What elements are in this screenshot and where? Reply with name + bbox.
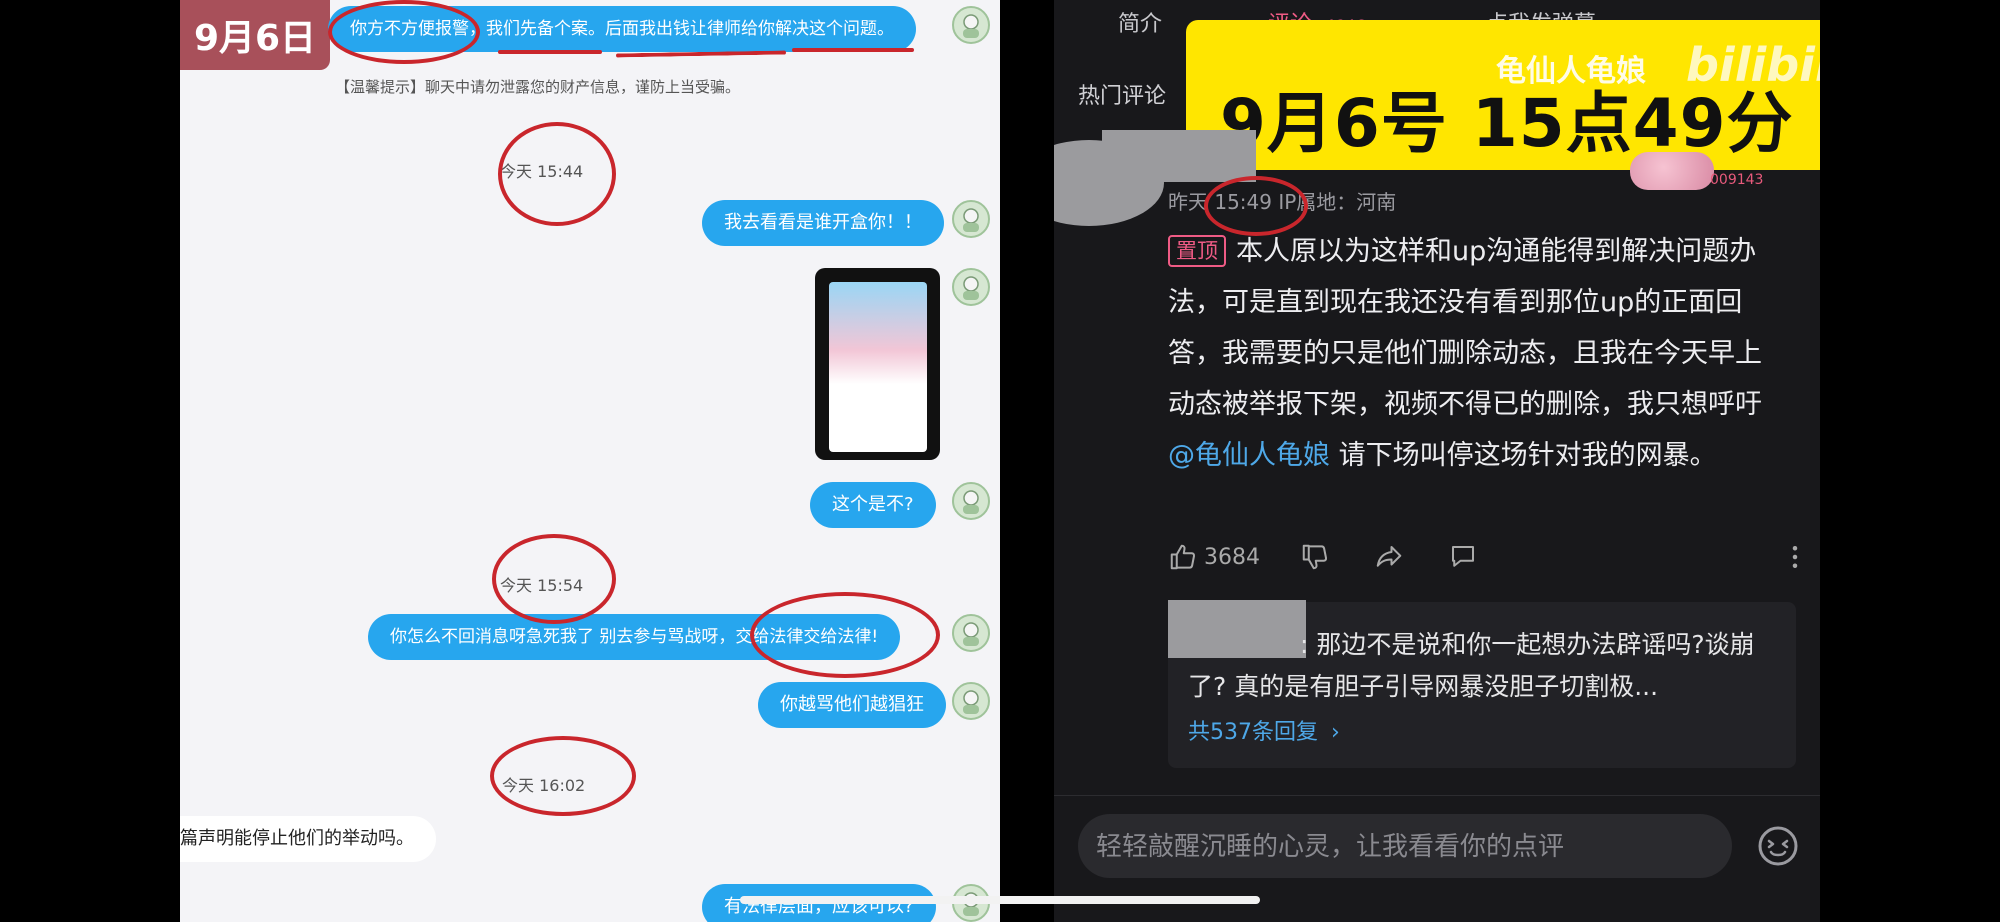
timestamp: 今天 15:44 bbox=[500, 162, 584, 181]
chat-bubble[interactable]: 你怎么不回消息呀急死我了 别去参与骂战呀，交给法律交给法律! bbox=[368, 614, 901, 660]
reply-text: : 那边不是说和你一起想办法辟谣吗?谈崩了? 真的是有胆子引导网暴没胆子切割极.… bbox=[1188, 624, 1778, 708]
more-vertical-icon bbox=[1792, 546, 1798, 568]
date-time-banner: 龟仙人龟娘 bilibili 9月6号 15点49分 bbox=[1186, 20, 1820, 170]
emoji-button[interactable] bbox=[1754, 822, 1802, 870]
reply-count-label: 共537条回复 bbox=[1188, 720, 1318, 745]
chat-bubble[interactable]: 这个是不? bbox=[810, 482, 936, 528]
comment-bubble-icon bbox=[1452, 546, 1474, 567]
home-indicator bbox=[740, 896, 1260, 904]
pinned-badge: 置顶 bbox=[1168, 235, 1226, 267]
share-icon bbox=[1376, 546, 1402, 567]
banner-text: 9月6号 15点49分 bbox=[1220, 85, 1794, 162]
comment-panel: 简介 评论 4846 点我发弹幕 热门评论 龟仙人龟娘 bilibili 9月6… bbox=[1054, 0, 1820, 922]
date-badge: 9月6日 bbox=[180, 0, 330, 70]
avatar[interactable] bbox=[952, 614, 990, 652]
avatar[interactable] bbox=[952, 682, 990, 720]
fan-badge-number: 009143 bbox=[1710, 172, 1764, 188]
warning-tip: 【温馨提示】聊天中请勿泄露您的财产信息，谨防上当受骗。 bbox=[335, 78, 741, 96]
dislike-button[interactable] bbox=[1300, 542, 1330, 572]
timestamp: 今天 15:54 bbox=[500, 576, 584, 595]
more-button[interactable] bbox=[1780, 542, 1810, 572]
thumb-up-icon bbox=[1170, 544, 1196, 570]
tab-intro[interactable]: 简介 bbox=[1118, 6, 1162, 38]
thumb-down-icon bbox=[1302, 544, 1328, 570]
image-message[interactable] bbox=[815, 268, 940, 460]
reply-button[interactable] bbox=[1448, 542, 1478, 572]
reply-content: : 那边不是说和你一起想办法辟谣吗?谈崩了? 真的是有胆子引导网暴没胆子切割极.… bbox=[1188, 630, 1755, 701]
like-button[interactable]: 3684 bbox=[1168, 542, 1260, 572]
comment-input[interactable] bbox=[1094, 814, 1718, 880]
comment-meta: 昨天 15:49 IP属地：河南 bbox=[1168, 190, 1397, 214]
chat-bubble[interactable]: 你方不方便报警，我们先备个案。后面我出钱让律师给你解决这个问题。 bbox=[328, 6, 916, 52]
avatar[interactable] bbox=[952, 6, 990, 44]
redacted-avatar bbox=[1054, 140, 1164, 226]
chat-bubble[interactable]: 我去看看是谁开盒你！！ bbox=[702, 200, 944, 246]
comment-text-end: 请下场叫停这场针对我的网暴。 bbox=[1330, 440, 1717, 471]
like-count: 3684 bbox=[1204, 544, 1260, 570]
avatar[interactable] bbox=[952, 268, 990, 306]
chat-bubble-incoming[interactable]: 篇声明能停止他们的举动吗。 bbox=[180, 816, 436, 862]
avatar[interactable] bbox=[952, 200, 990, 238]
chevron-right-icon: › bbox=[1331, 720, 1340, 745]
emoji-icon bbox=[1758, 826, 1798, 866]
reply-count-link[interactable]: 共537条回复 › bbox=[1188, 714, 1340, 746]
comment-actions: 3684 bbox=[1168, 538, 1808, 578]
share-button[interactable] bbox=[1374, 542, 1404, 572]
avatar[interactable] bbox=[952, 482, 990, 520]
reply-preview[interactable]: : 那边不是说和你一起想办法辟谣吗?谈崩了? 真的是有胆子引导网暴没胆子切割极.… bbox=[1168, 600, 1796, 768]
comment-input-wrapper bbox=[1078, 814, 1732, 880]
chat-bubble[interactable]: 你越骂他们越猖狂 bbox=[758, 682, 946, 728]
comment-text: 本人原以为这样和up沟通能得到解决问题办法，可是直到现在我还没有看到那位up的正… bbox=[1168, 236, 1762, 420]
hot-comments-label: 热门评论 bbox=[1078, 84, 1167, 109]
chat-panel: 9月6日 你方不方便报警，我们先备个案。后面我出钱让律师给你解决这个问题。 【温… bbox=[180, 0, 1000, 922]
divider bbox=[1054, 795, 1820, 796]
mention-link[interactable]: @龟仙人龟娘 bbox=[1168, 440, 1330, 471]
fan-badge-decoration bbox=[1630, 152, 1714, 190]
pinned-comment: 置顶 本人原以为这样和up沟通能得到解决问题办法，可是直到现在我还没有看到那位up… bbox=[1168, 226, 1788, 481]
timestamp: 今天 16:02 bbox=[502, 776, 586, 795]
